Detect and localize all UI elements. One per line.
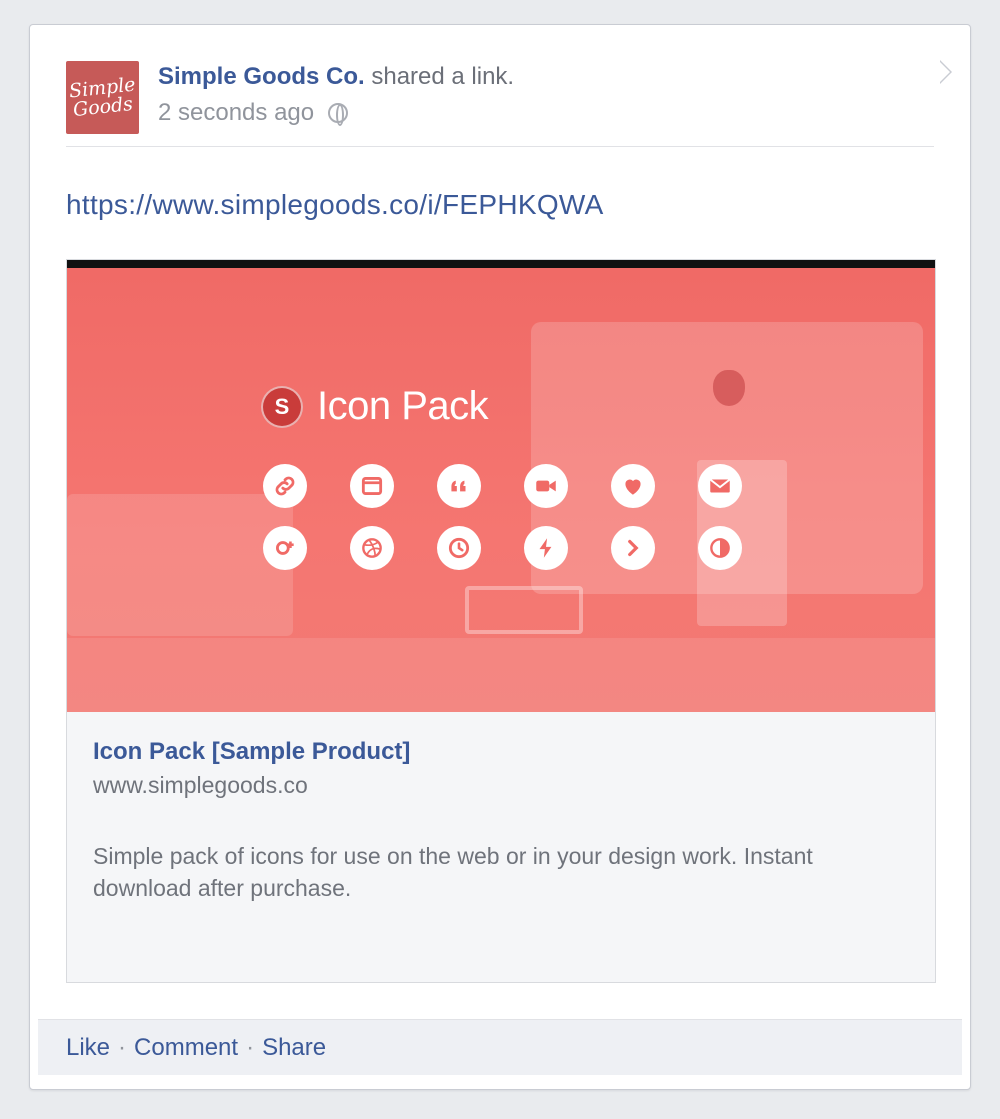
globe-icon[interactable]: [328, 103, 349, 126]
comment-link[interactable]: Comment: [134, 1034, 238, 1062]
action-separator: ·: [118, 1033, 127, 1061]
clock-icon: [437, 526, 481, 570]
video-icon: [524, 464, 568, 508]
bolt-icon: [524, 526, 568, 570]
story-verb: shared a link.: [364, 63, 515, 90]
story-header: Simple Goods Simple Goods Co. shared a l…: [66, 61, 934, 147]
apple-logo-icon: [713, 370, 745, 406]
header-text: Simple Goods Co. shared a link. 2 second…: [158, 63, 514, 127]
quote-icon: [437, 464, 481, 508]
hero-title: Icon Pack: [317, 384, 489, 428]
link-icon: [263, 464, 307, 508]
share-link[interactable]: Share: [262, 1034, 326, 1062]
avatar[interactable]: Simple Goods: [66, 61, 139, 134]
heart-icon: [611, 464, 655, 508]
story-meta: 2 seconds ago: [158, 99, 514, 127]
chevron-right-icon: [611, 526, 655, 570]
hero-brand: S Icon Pack: [261, 384, 489, 429]
preview-description: Simple pack of icons for use on the web …: [93, 843, 813, 901]
story-actions: Like · Comment · Share: [38, 1019, 962, 1075]
preview-image[interactable]: S Icon Pack: [67, 260, 935, 712]
action-separator: ·: [246, 1033, 255, 1061]
window-icon: [350, 464, 394, 508]
mail-icon: [698, 464, 742, 508]
laptop-shape: [67, 494, 293, 636]
brand-logo-icon: S: [261, 385, 303, 428]
avatar-text-line2: Goods: [71, 92, 134, 121]
actor-name-link[interactable]: Simple Goods Co.: [158, 63, 365, 90]
feed-story: Simple Goods Simple Goods Co. shared a l…: [29, 24, 971, 1090]
shared-url-link[interactable]: https://www.simplegoods.co/i/FEPHKQWA: [66, 189, 604, 221]
tablet-shape: [465, 586, 583, 634]
dribbble-icon: [350, 526, 394, 570]
preview-domain: www.simplegoods.co: [93, 772, 308, 798]
link-preview[interactable]: S Icon Pack Icon Pack [Sample Product] w…: [66, 259, 936, 983]
card-pointer: [939, 60, 952, 84]
desk-shape: [67, 638, 935, 712]
story-headline: Simple Goods Co. shared a link.: [158, 63, 514, 91]
contrast-icon: [698, 526, 742, 570]
icon-grid: [263, 464, 742, 570]
google-plus-icon: [263, 526, 307, 570]
timestamp-link[interactable]: 2 seconds ago: [158, 99, 314, 127]
like-link[interactable]: Like: [66, 1034, 110, 1062]
preview-title-link[interactable]: Icon Pack [Sample Product]: [93, 738, 410, 766]
